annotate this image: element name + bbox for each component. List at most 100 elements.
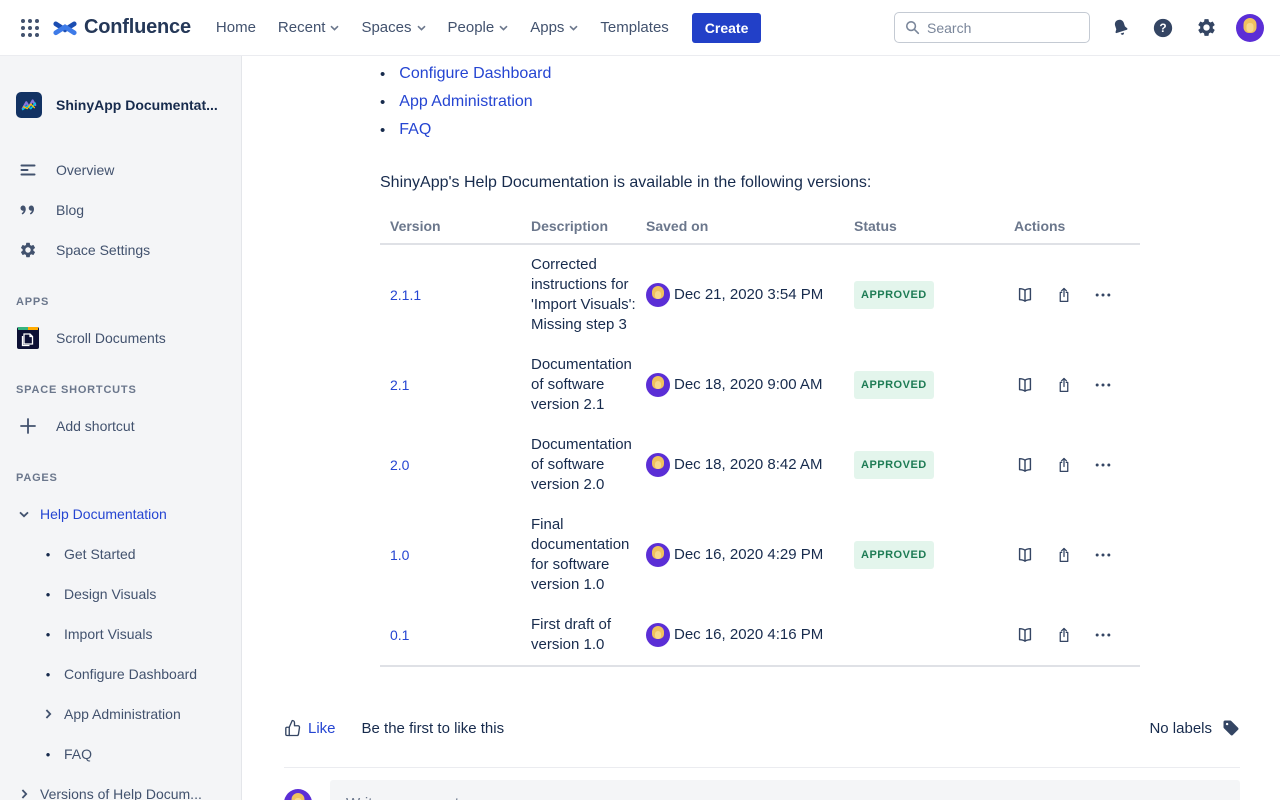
versions-table: Version Description Saved on Status Acti… (380, 212, 1140, 667)
chevron-right-icon[interactable] (16, 789, 32, 799)
chevron-right-icon[interactable] (40, 709, 56, 719)
sidebar-page-help-documentation[interactable]: Help Documentation (16, 494, 233, 534)
sidebar-page-faq[interactable]: • FAQ (40, 734, 233, 774)
status-badge: APPROVED (854, 371, 934, 399)
nav-spaces[interactable]: Spaces (350, 11, 436, 44)
saved-on-date: Dec 18, 2020 8:42 AM (674, 455, 822, 475)
read-book-icon[interactable] (1014, 284, 1036, 306)
nav-recent[interactable]: Recent (267, 11, 351, 44)
add-shortcut-button[interactable]: Add shortcut (16, 406, 233, 446)
share-export-icon[interactable] (1053, 544, 1075, 566)
share-export-icon[interactable] (1053, 454, 1075, 476)
version-link[interactable]: 1.0 (390, 547, 409, 563)
link-configure-dashboard[interactable]: Configure Dashboard (399, 65, 551, 83)
share-export-icon[interactable] (1053, 374, 1075, 396)
saver-avatar (646, 283, 670, 307)
comment-input[interactable] (330, 780, 1240, 800)
chevron-down-icon[interactable] (16, 511, 32, 518)
nav-templates[interactable]: Templates (589, 11, 679, 44)
bullet-icon: • (40, 627, 56, 642)
saved-on-date: Dec 21, 2020 3:54 PM (674, 285, 823, 305)
link-faq[interactable]: FAQ (399, 121, 431, 139)
notifications-icon[interactable] (1107, 15, 1133, 41)
table-row: 2.0 Documentation of software version 2.… (380, 425, 1140, 505)
share-export-icon[interactable] (1053, 284, 1075, 306)
column-header-actions: Actions (1014, 212, 1140, 244)
chevron-down-icon (330, 25, 339, 31)
list-item: • FAQ (380, 116, 1140, 144)
primary-nav: Home Recent Spaces People Apps Templates (205, 11, 680, 44)
help-icon[interactable]: ? (1150, 15, 1176, 41)
nav-home[interactable]: Home (205, 11, 267, 44)
chevron-down-icon (417, 25, 426, 31)
read-book-icon[interactable] (1014, 454, 1036, 476)
labels-text: No labels (1149, 720, 1212, 737)
sidebar-item-scroll-documents[interactable]: Scroll Documents (16, 318, 233, 358)
pages-section-label: PAGES (16, 472, 233, 484)
table-header-row: Version Description Saved on Status Acti… (380, 212, 1140, 244)
version-link[interactable]: 2.1 (390, 377, 409, 393)
sidebar-page-app-administration[interactable]: App Administration (40, 694, 233, 734)
sidebar-item-space-settings[interactable]: Space Settings (16, 230, 233, 270)
nav-apps[interactable]: Apps (519, 11, 589, 44)
table-row: 0.1 First draft of version 1.0 Dec 16, 2… (380, 605, 1140, 666)
status-badge: APPROVED (854, 281, 934, 309)
page-toc-list: • Configure Dashboard • App Administrati… (380, 60, 1140, 144)
user-avatar[interactable] (1236, 14, 1264, 42)
sidebar-item-blog[interactable]: Blog (16, 190, 233, 230)
column-header-version: Version (380, 212, 531, 244)
like-hint-text: Be the first to like this (362, 720, 505, 737)
chevron-down-icon (569, 25, 578, 31)
read-book-icon[interactable] (1014, 544, 1036, 566)
more-actions-icon[interactable] (1092, 544, 1114, 566)
more-actions-icon[interactable] (1092, 374, 1114, 396)
bullet-icon: • (380, 66, 385, 83)
column-header-description: Description (531, 212, 646, 244)
app-switcher-icon[interactable] (14, 12, 46, 44)
more-actions-icon[interactable] (1092, 624, 1114, 646)
version-link[interactable]: 2.1.1 (390, 287, 421, 303)
create-button[interactable]: Create (692, 13, 762, 43)
share-export-icon[interactable] (1053, 624, 1075, 646)
bullet-icon: • (40, 547, 56, 562)
confluence-logo[interactable]: Confluence (52, 15, 191, 41)
bullet-icon: • (40, 667, 56, 682)
like-button[interactable]: Like (284, 719, 336, 737)
bullet-icon: • (40, 587, 56, 602)
topbar-right-controls: ? (894, 12, 1264, 43)
sidebar-item-overview[interactable]: Overview (16, 150, 233, 190)
saved-on-date: Dec 16, 2020 4:16 PM (674, 625, 823, 645)
more-actions-icon[interactable] (1092, 454, 1114, 476)
plus-icon (16, 417, 40, 435)
confluence-logo-icon (52, 15, 78, 41)
space-header[interactable]: ShinyApp Documentat... (16, 92, 233, 118)
sidebar-page-configure-dashboard[interactable]: • Configure Dashboard (40, 654, 233, 694)
saver-avatar (646, 453, 670, 477)
table-row: 2.1.1 Corrected instructions for 'Import… (380, 244, 1140, 345)
tag-icon (1222, 719, 1240, 737)
sidebar-page-design-visuals[interactable]: • Design Visuals (40, 574, 233, 614)
intro-paragraph: ShinyApp's Help Documentation is availab… (380, 174, 1140, 192)
read-book-icon[interactable] (1014, 374, 1036, 396)
space-sidebar: ShinyApp Documentat... Overview Blog (0, 56, 242, 800)
column-header-saved-on: Saved on (646, 212, 854, 244)
sidebar-page-versions-of-help-documentation[interactable]: Versions of Help Docum... (16, 774, 233, 800)
list-item: • App Administration (380, 88, 1140, 116)
search-box[interactable] (894, 12, 1090, 43)
gear-icon (16, 241, 40, 259)
saved-on-date: Dec 18, 2020 9:00 AM (674, 375, 822, 395)
search-input[interactable] (927, 20, 1079, 36)
link-app-administration[interactable]: App Administration (399, 93, 532, 111)
sidebar-page-import-visuals[interactable]: • Import Visuals (40, 614, 233, 654)
overview-icon (16, 161, 40, 179)
nav-people[interactable]: People (437, 11, 520, 44)
table-row: 1.0 Final documentation for software ver… (380, 505, 1140, 605)
version-link[interactable]: 0.1 (390, 627, 409, 643)
current-user-avatar (284, 789, 312, 800)
version-link[interactable]: 2.0 (390, 457, 409, 473)
labels-control[interactable]: No labels (1149, 719, 1240, 737)
more-actions-icon[interactable] (1092, 284, 1114, 306)
sidebar-page-get-started[interactable]: • Get Started (40, 534, 233, 574)
read-book-icon[interactable] (1014, 624, 1036, 646)
settings-gear-icon[interactable] (1193, 15, 1219, 41)
